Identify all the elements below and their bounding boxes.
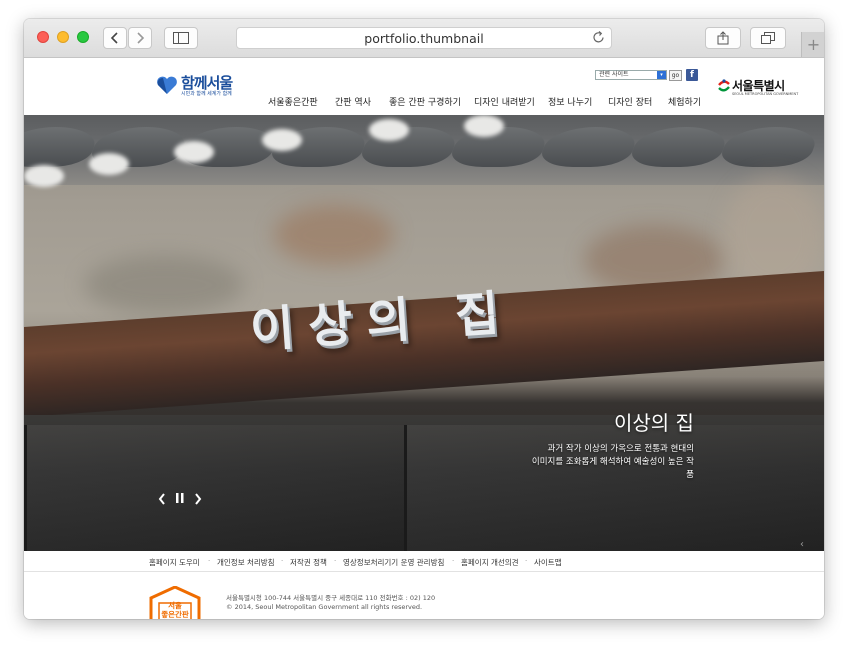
go-button[interactable]: go — [669, 70, 682, 81]
reload-icon[interactable] — [593, 31, 605, 48]
hero-title: 이상의 집 — [614, 411, 694, 435]
slider-next-button[interactable] — [194, 493, 202, 508]
hero-title-container: 이상의 집 — [614, 407, 694, 436]
seoul-good-signs-logo: 서울 좋은간판 — [149, 586, 201, 619]
hero-description-line2: 이미지를 조화롭게 해석하여 예술성이 높은 작품 — [531, 457, 694, 480]
nav-item-history[interactable]: 간판 역사 — [335, 95, 371, 108]
nav-item-good-signs[interactable]: 서울좋은간판 — [268, 95, 318, 108]
zoom-window-button[interactable] — [77, 31, 89, 43]
seoul-symbol-icon — [718, 79, 730, 92]
footer-separator: · — [452, 557, 455, 565]
nav-item-share-info[interactable]: 정보 나누기 — [548, 95, 592, 108]
chevron-left-icon — [158, 493, 165, 505]
related-sites-select[interactable]: 관련 사이트 ▾ — [595, 70, 667, 80]
browser-window: portfolio.thumbnail + 함께서울 시민과 함께 세계가 함께… — [24, 19, 824, 619]
browser-toolbar: portfolio.thumbnail + — [24, 19, 824, 58]
address-bar[interactable]: portfolio.thumbnail — [236, 27, 612, 49]
chevron-right-icon — [137, 32, 145, 44]
nav-item-design-market[interactable]: 디자인 장터 — [608, 95, 652, 108]
hero-description-line1: 과거 작가 이상의 가옥으로 전통과 현대의 — [547, 444, 694, 454]
footer-info: 서울 좋은간판 서울특별시청 100-744 서울특별시 중구 세종대로 110… — [24, 572, 824, 619]
footer-link-copyright[interactable]: 저작권 정책 — [290, 557, 327, 568]
storefront-glass-image — [24, 415, 824, 551]
select-arrow-icon: ▾ — [657, 71, 666, 79]
footer-link-help[interactable]: 홈페이지 도우미 — [149, 557, 200, 568]
back-button[interactable] — [103, 27, 127, 49]
corner-arrow-icon[interactable]: ‹ — [800, 539, 804, 550]
new-tab-button[interactable]: + — [801, 32, 824, 57]
chevron-right-icon — [195, 493, 202, 505]
site-logo[interactable]: 함께서울 시민과 함께 세계가 함께 — [155, 72, 235, 100]
close-window-button[interactable] — [37, 31, 49, 43]
heart-logo-icon — [157, 76, 177, 94]
forward-button[interactable] — [128, 27, 152, 49]
hero-description: 과거 작가 이상의 가옥으로 전통과 현대의 이미지를 조화롭게 해석하여 예술… — [529, 443, 694, 482]
site-header: 함께서울 시민과 함께 세계가 함께 관련 사이트 ▾ go f 서울좋은간판 … — [24, 58, 824, 115]
footer-separator: · — [208, 557, 211, 565]
seoul-logo-subtext: SEOUL METROPOLITAN GOVERNMENT — [732, 92, 799, 96]
seal-line1: 서울 — [168, 601, 182, 610]
plus-icon: + — [806, 35, 821, 54]
related-sites-label: 관련 사이트 — [599, 71, 629, 78]
tabs-button[interactable] — [750, 27, 786, 49]
slider-prev-button[interactable] — [158, 493, 166, 508]
chevron-left-icon — [110, 32, 118, 44]
url-text: portfolio.thumbnail — [364, 30, 484, 46]
nav-item-experience[interactable]: 체험하기 — [668, 95, 701, 108]
footer-separator: · — [525, 557, 528, 565]
nav-item-download[interactable]: 디자인 내려받기 — [474, 95, 535, 108]
footer-separator: · — [334, 557, 337, 565]
footer-link-privacy[interactable]: 개인정보 처리방침 — [217, 557, 275, 568]
sidebar-button[interactable] — [164, 27, 198, 49]
share-icon — [717, 31, 729, 45]
sidebar-icon — [173, 32, 189, 44]
nav-item-browse[interactable]: 좋은 간판 구경하기 — [389, 95, 461, 108]
hero-slider: 이상의 집 이상의 집 과거 작가 이상의 가옥으로 전통과 현대의 이미지를 … — [24, 115, 824, 551]
footer-link-cctv[interactable]: 영상정보처리기기 운영 관리방침 — [343, 557, 444, 568]
pause-icon — [176, 493, 184, 503]
seal-line2: 좋은간판 — [161, 610, 189, 619]
share-button[interactable] — [705, 27, 741, 49]
footer-separator: · — [281, 557, 284, 565]
logo-subtext: 시민과 함께 세계가 함께 — [181, 91, 232, 97]
roof-tiles-image — [24, 115, 824, 187]
tabs-icon — [761, 32, 775, 44]
footer-link-sitemap[interactable]: 사이트맵 — [534, 557, 562, 568]
footer-links: 홈페이지 도우미 · 개인정보 처리방침 · 저작권 정책 · 영상정보처리기기… — [24, 551, 824, 572]
slider-pause-button[interactable] — [176, 492, 184, 507]
footer-link-feedback[interactable]: 홈페이지 개선의견 — [461, 557, 519, 568]
minimize-window-button[interactable] — [57, 31, 69, 43]
footer-copyright: © 2014, Seoul Metropolitan Government al… — [226, 603, 423, 611]
footer-address: 서울특별시청 100-744 서울특별시 중구 세종대로 110 전화번호 : … — [226, 594, 436, 602]
facebook-icon[interactable]: f — [686, 69, 698, 81]
